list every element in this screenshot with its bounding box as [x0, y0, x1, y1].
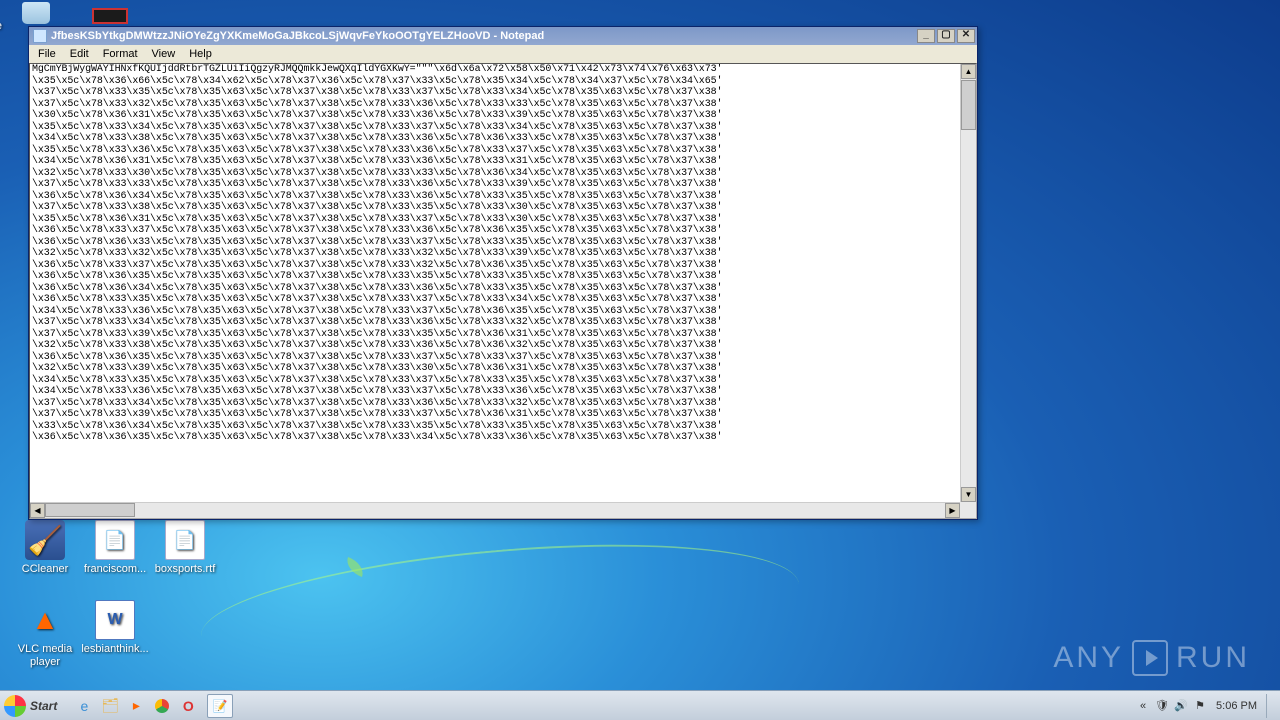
- chrome-icon[interactable]: [151, 695, 173, 717]
- notepad-task-icon: 📝: [213, 699, 228, 713]
- ie-icon[interactable]: e: [73, 695, 95, 717]
- menu-file[interactable]: File: [31, 47, 63, 61]
- close-button[interactable]: ✕: [957, 29, 975, 43]
- hscroll-thumb[interactable]: [45, 503, 135, 517]
- scroll-right-icon[interactable]: ▶: [945, 503, 960, 518]
- media-icon[interactable]: ▸: [125, 695, 147, 717]
- resize-gripper[interactable]: [960, 502, 976, 518]
- desktop-icon-vlc[interactable]: ▲ VLC media player: [10, 600, 80, 668]
- window-title: JfbesKSbYtkgDMWtzzJNiOYeZgYXKmeMoGaJBkco…: [51, 30, 917, 42]
- vscroll-thumb[interactable]: [961, 80, 976, 130]
- scroll-down-icon[interactable]: ▼: [961, 487, 976, 502]
- opera-icon[interactable]: O: [177, 695, 199, 717]
- explorer-icon[interactable]: 🗂: [99, 695, 121, 717]
- maximize-button[interactable]: ▢: [937, 29, 955, 43]
- desktop-icon-partial-re[interactable]: Re: [0, 20, 30, 33]
- scroll-up-icon[interactable]: ▲: [961, 64, 976, 79]
- taskbar-clock[interactable]: 5:06 PM: [1216, 700, 1257, 712]
- tray-flag-icon[interactable]: ⚑: [1193, 699, 1207, 713]
- system-tray: « 🛡 🔊 ⚑ 5:06 PM: [1130, 694, 1280, 718]
- horizontal-scrollbar[interactable]: ◀ ▶: [30, 502, 960, 518]
- menu-edit[interactable]: Edit: [63, 47, 96, 61]
- quick-launch: e 🗂 ▸ O: [73, 695, 199, 717]
- notepad-window: JfbesKSbYtkgDMWtzzJNiOYeZgYXKmeMoGaJBkco…: [28, 26, 978, 520]
- menu-format[interactable]: Format: [96, 47, 145, 61]
- tray-volume-icon[interactable]: 🔊: [1174, 699, 1188, 713]
- notepad-app-icon: [33, 29, 47, 43]
- document-icon: 📄: [95, 520, 135, 560]
- play-icon: [1132, 640, 1168, 676]
- scroll-left-icon[interactable]: ◀: [30, 503, 45, 518]
- desktop-icon-boxsports[interactable]: 📄 boxsports.rtf: [150, 520, 220, 576]
- vertical-scrollbar[interactable]: ▲ ▼: [960, 64, 976, 502]
- wallpaper-decoration: [196, 524, 804, 696]
- wallpaper-leaf-icon: [343, 557, 367, 577]
- taskbar-notepad-button[interactable]: 📝: [207, 694, 233, 718]
- vlc-icon: ▲: [25, 600, 65, 640]
- minimize-button[interactable]: _: [917, 29, 935, 43]
- tray-expand-icon[interactable]: «: [1136, 699, 1150, 713]
- show-desktop-button[interactable]: [1266, 694, 1274, 718]
- menubar: File Edit Format View Help: [29, 45, 977, 63]
- rtf-icon: 📄: [165, 520, 205, 560]
- menu-view[interactable]: View: [145, 47, 183, 61]
- word-doc-icon: W: [95, 600, 135, 640]
- menu-help[interactable]: Help: [182, 47, 219, 61]
- windows-orb-icon: [4, 695, 26, 717]
- text-content[interactable]: MgCmYBjWygWAYIHNxfKQUIjddRtbrTGZLUiIiQgz…: [30, 64, 976, 518]
- ccleaner-icon: 🧹: [25, 520, 65, 560]
- text-area[interactable]: MgCmYBjWygWAYIHNxfKQUIjddRtbrTGZLUiIiQgz…: [29, 63, 977, 519]
- desktop-icon-franciscom[interactable]: 📄 franciscom...: [80, 520, 150, 576]
- start-button[interactable]: Start: [0, 691, 67, 720]
- titlebar[interactable]: JfbesKSbYtkgDMWtzzJNiOYeZgYXKmeMoGaJBkco…: [29, 27, 977, 45]
- desktop-icon-lesbianthink[interactable]: W lesbianthink...: [80, 600, 150, 656]
- desktop-icon-ccleaner[interactable]: 🧹 CCleaner: [10, 520, 80, 576]
- desktop-gadget-icon[interactable]: [92, 8, 128, 24]
- taskbar: Start e 🗂 ▸ O 📝 « 🛡 🔊 ⚑ 5:06 PM: [0, 690, 1280, 720]
- tray-security-icon[interactable]: 🛡: [1155, 699, 1169, 713]
- anyrun-watermark: ANY RUN: [1053, 640, 1250, 676]
